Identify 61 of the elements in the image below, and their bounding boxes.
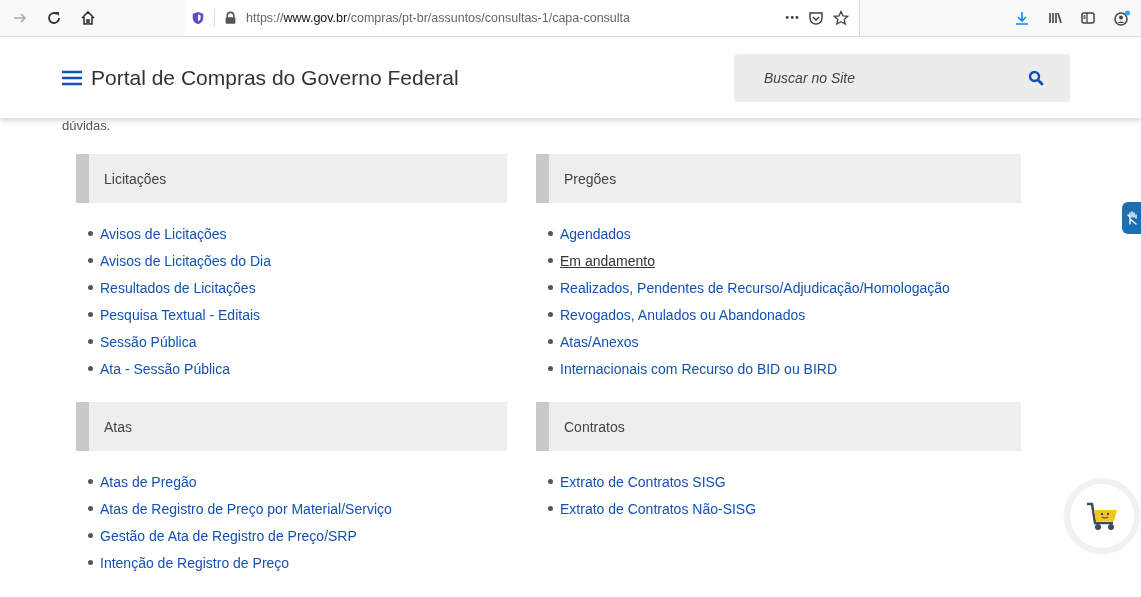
search-icon[interactable] [1028,69,1044,86]
bullet-icon [548,258,553,263]
address-bar[interactable]: https://www.gov.br/compras/pt-br/assuntos/consultas-1/capa-consulta ••• [185,0,860,37]
bullet-icon [88,560,93,565]
link[interactable]: Extrato de Contratos SISG [560,473,726,490]
download-icon[interactable] [1014,10,1030,26]
link[interactable]: Sessão Pública [100,333,197,350]
link[interactable]: Pesquisa Textual - Editais [100,306,261,323]
link[interactable]: Avisos de Licitações do Dia [100,252,271,269]
link[interactable]: Ata - Sessão Pública [100,360,230,377]
section-heading: Contratos [536,402,1021,451]
link[interactable]: Revogados, Anulados ou Abandonados [560,306,806,323]
account-icon[interactable] [1113,10,1131,26]
hand-icon [1127,211,1139,225]
reload-icon[interactable] [46,10,62,26]
bullet-icon [88,312,93,317]
search-field[interactable]: Buscar no Site [734,53,1070,102]
menu-icon[interactable] [62,69,82,86]
bullet-icon [88,231,93,236]
bullet-icon [548,231,553,236]
bullet-icon [88,479,93,484]
bullet-icon [88,366,93,371]
link[interactable]: Gestão de Ata de Registro de Preço/SRP [100,527,357,544]
link[interactable]: Em andamento [560,252,655,269]
bullet-icon [548,339,553,344]
star-icon[interactable] [833,9,849,26]
section-heading: Pregões [536,154,1021,203]
sign-language-button[interactable] [1122,202,1141,234]
bullet-icon [88,285,93,290]
intro-text: dúvidas. [62,118,112,133]
more-icon[interactable]: ••• [784,12,799,23]
bullet-icon [548,312,553,317]
link[interactable]: Atas/Anexos [560,333,639,350]
bullet-icon [88,339,93,344]
section-heading: Atas [76,402,507,451]
home-icon[interactable] [80,10,96,26]
bullet-icon [548,506,553,511]
link[interactable]: Agendados [560,225,631,242]
link[interactable]: Atas de Pregão [100,473,197,490]
link[interactable]: Extrato de Contratos Não-SISG [560,500,757,517]
lock-icon [224,10,237,25]
site-title[interactable]: Portal de Compras do Governo Federal [91,65,459,90]
shield-icon[interactable] [191,10,205,25]
bullet-icon [548,366,553,371]
bullet-icon [88,258,93,263]
link[interactable]: Resultados de Licitações [100,279,256,296]
bullet-icon [88,533,93,538]
link[interactable]: Intenção de Registro de Preço [100,554,290,571]
link[interactable]: Atas de Registro de Preço por Material/Serviço [100,500,392,517]
bullet-icon [88,506,93,511]
sidebar-icon[interactable] [1080,10,1096,26]
library-icon[interactable] [1047,10,1063,26]
url-text: https://www.gov.br/compras/pt-br/assuntos/consultas-1/capa-consulta [246,10,630,25]
pocket-icon[interactable] [808,9,824,26]
bullet-icon [548,285,553,290]
bullet-icon [548,479,553,484]
section-heading: Licitações [76,154,507,203]
link[interactable]: Avisos de Licitações [100,225,227,242]
cart-icon [1085,501,1119,531]
link[interactable]: Internacionais com Recurso do BID ou BIRD [560,360,837,377]
link[interactable]: Realizados, Pendentes de Recurso/Adjudicação/Homologação [560,279,950,296]
